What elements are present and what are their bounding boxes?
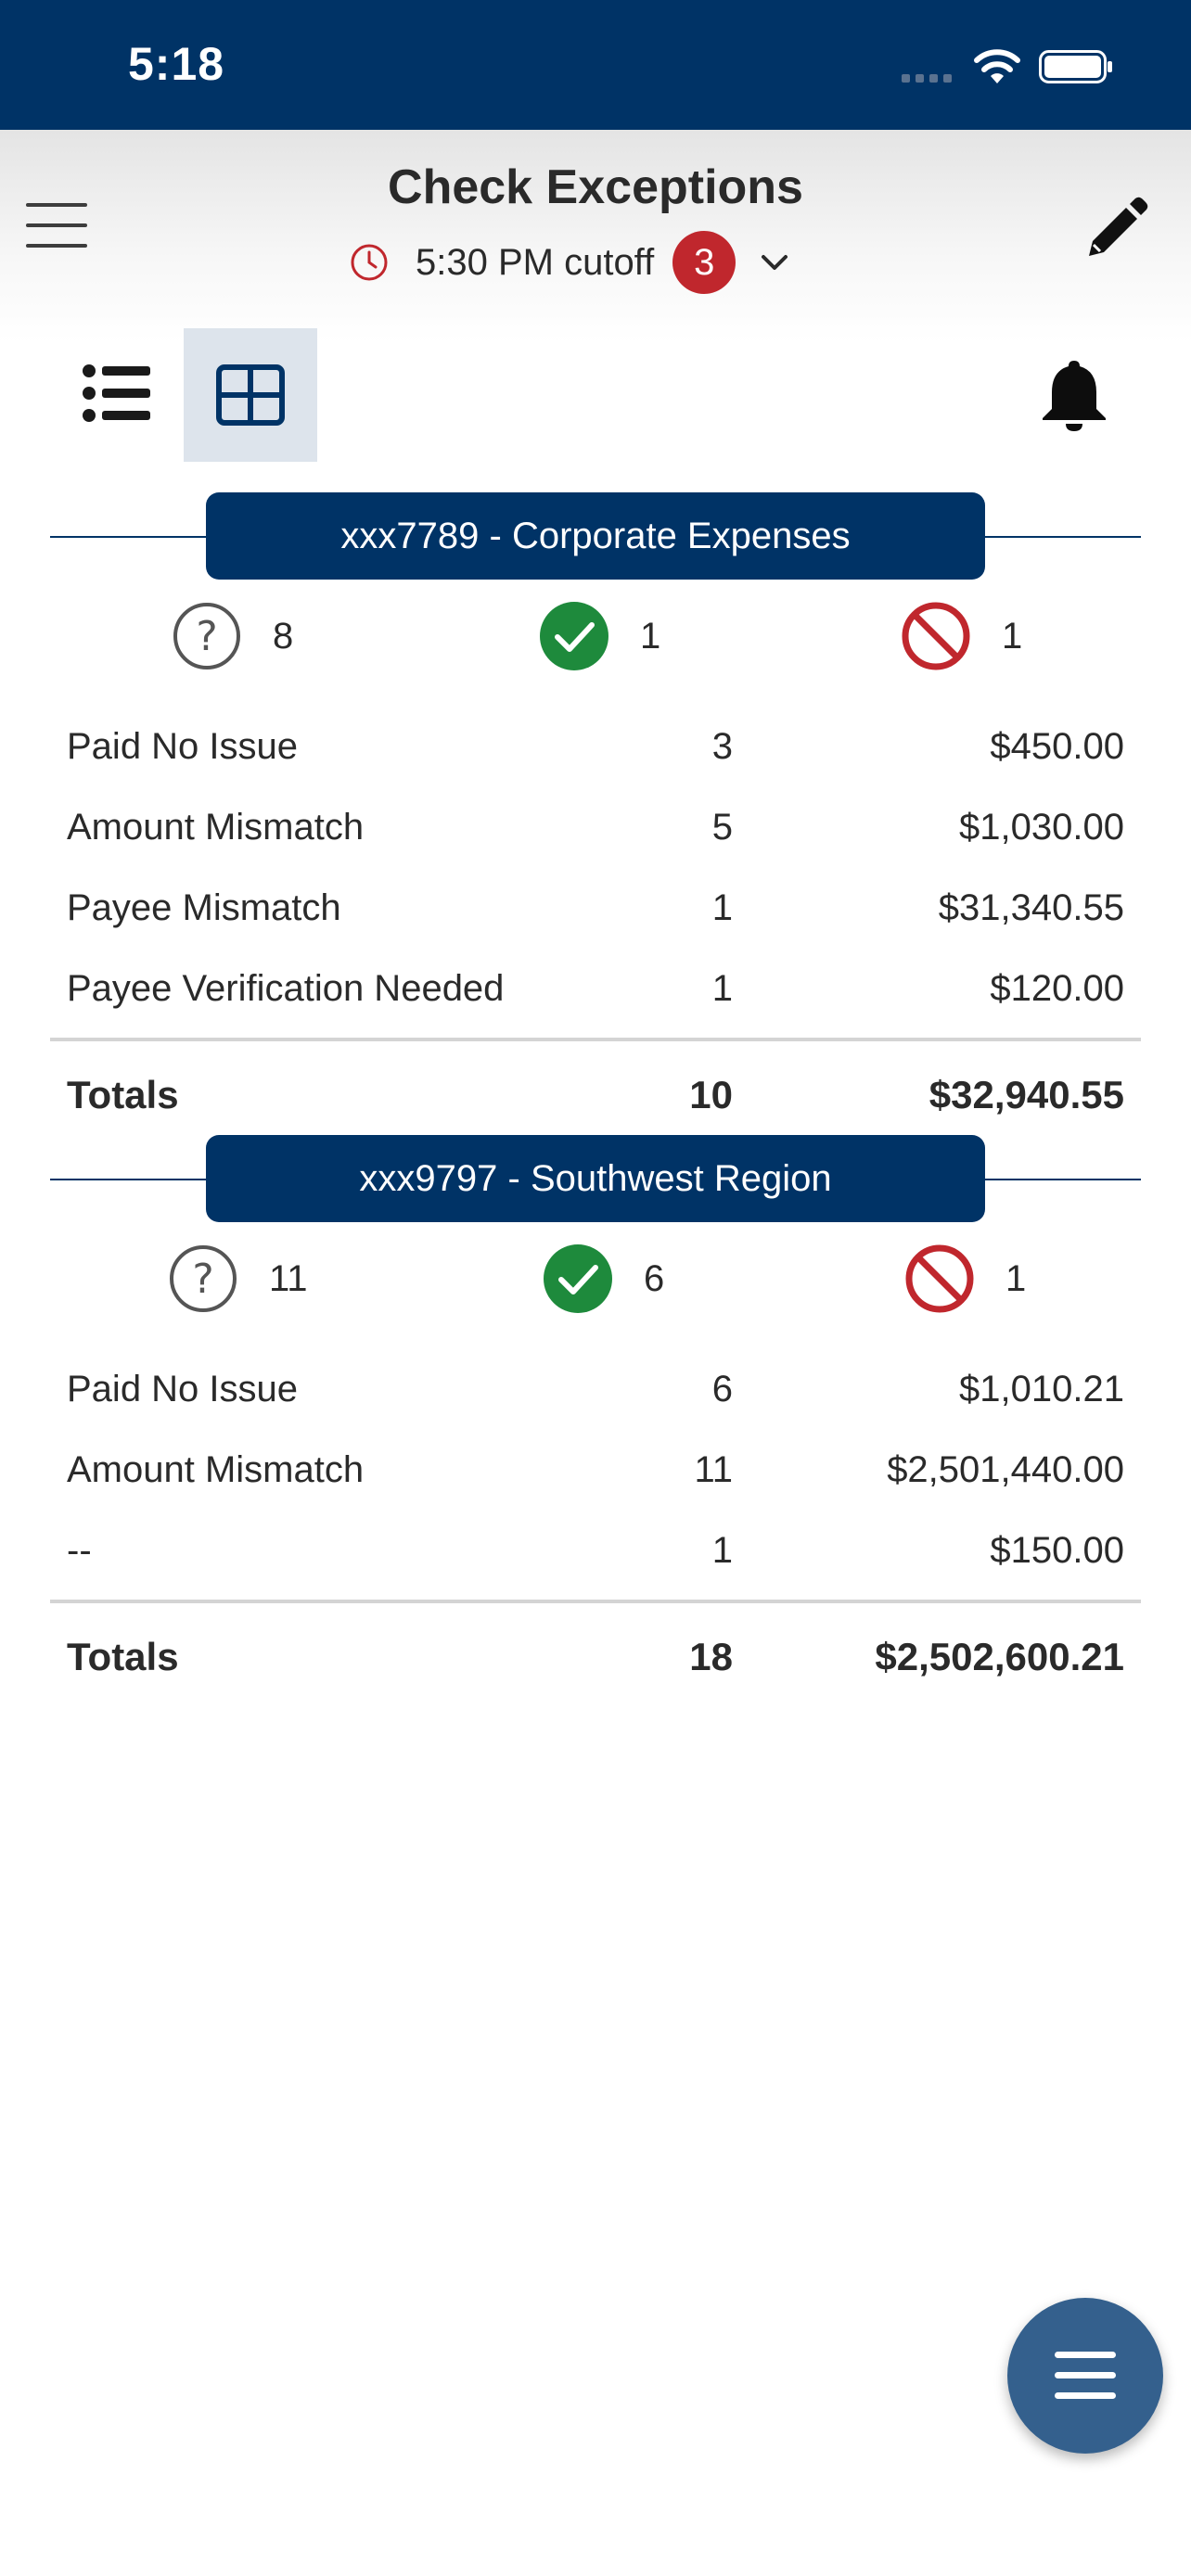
notification-badge: 3 bbox=[672, 231, 736, 294]
exception-table: Paid No Issue 3 $450.00 Amount Mismatch … bbox=[50, 708, 1141, 1134]
table-row[interactable]: Amount Mismatch 5 $1,030.00 bbox=[50, 788, 1141, 869]
clock-icon bbox=[351, 244, 388, 281]
svg-text:?: ? bbox=[196, 613, 217, 660]
row-label: Paid No Issue bbox=[67, 726, 299, 767]
table-row[interactable]: Paid No Issue 3 $450.00 bbox=[50, 708, 1141, 788]
row-amount: $450.00 bbox=[990, 726, 1124, 767]
wifi-icon bbox=[974, 49, 1020, 83]
svg-text:?: ? bbox=[192, 1256, 213, 1303]
approved-count[interactable]: 1 bbox=[538, 594, 660, 678]
app-header: Check Exceptions 5:30 PM cutoff 3 bbox=[0, 130, 1191, 343]
table-row[interactable]: -- 1 $150.00 bbox=[50, 1511, 1141, 1592]
account-header[interactable]: xxx7789 - Corporate Expenses bbox=[206, 492, 985, 580]
row-amount: $1,030.00 bbox=[959, 807, 1124, 848]
row-label: Payee Verification Needed bbox=[67, 968, 505, 1009]
row-label: -- bbox=[67, 1530, 92, 1571]
row-count: 1 bbox=[711, 968, 733, 1009]
totals-label: Totals bbox=[67, 1635, 179, 1678]
prohibited-icon bbox=[905, 1244, 974, 1313]
row-count: 5 bbox=[711, 807, 733, 848]
row-amount: $120.00 bbox=[990, 968, 1124, 1009]
row-count: 1 bbox=[711, 1530, 733, 1571]
page-title: Check Exceptions bbox=[388, 160, 803, 214]
check-circle-icon bbox=[544, 1244, 612, 1313]
totals-row: Totals 18 $2,502,600.21 bbox=[50, 1603, 1141, 1696]
status-time: 5:18 bbox=[128, 38, 225, 90]
row-label: Amount Mismatch bbox=[67, 807, 365, 848]
totals-count: 18 bbox=[689, 1635, 733, 1678]
pending-count[interactable]: ? 11 bbox=[167, 1237, 308, 1320]
pending-count[interactable]: ? 8 bbox=[171, 594, 293, 678]
cutoff-selector[interactable]: 5:30 PM cutoff 3 bbox=[349, 230, 795, 295]
row-count: 11 bbox=[694, 1449, 733, 1490]
pending-count-value: 11 bbox=[269, 1257, 308, 1299]
totals-amount: $32,940.55 bbox=[928, 1073, 1124, 1116]
row-label: Payee Mismatch bbox=[67, 887, 341, 928]
cutoff-label: 5:30 PM cutoff bbox=[416, 241, 655, 283]
approved-count-value: 6 bbox=[644, 1257, 665, 1299]
totals-count: 10 bbox=[689, 1073, 733, 1116]
rejected-count-value: 1 bbox=[1005, 1257, 1027, 1299]
pending-count-value: 8 bbox=[273, 615, 294, 657]
question-circle-icon: ? bbox=[170, 1245, 237, 1312]
status-counts: ? 8 1 1 bbox=[50, 594, 1141, 678]
table-row[interactable]: Paid No Issue 6 $1,010.21 bbox=[50, 1350, 1141, 1431]
approved-count-value: 1 bbox=[640, 615, 661, 657]
approved-count[interactable]: 6 bbox=[542, 1237, 664, 1320]
rejected-count[interactable]: 1 bbox=[900, 594, 1022, 678]
pencil-icon[interactable] bbox=[1082, 195, 1150, 263]
row-amount: $2,501,440.00 bbox=[887, 1449, 1124, 1490]
chevron-down-icon bbox=[762, 255, 788, 270]
exception-table: Paid No Issue 6 $1,010.21 Amount Mismatc… bbox=[50, 1350, 1141, 1696]
row-label: Paid No Issue bbox=[67, 1369, 299, 1409]
table-row[interactable]: Payee Mismatch 1 $31,340.55 bbox=[50, 869, 1141, 950]
rejected-count[interactable]: 1 bbox=[903, 1237, 1026, 1320]
list-view-button[interactable] bbox=[74, 351, 160, 436]
cellular-signal-icon bbox=[902, 74, 952, 83]
list-view-icon bbox=[83, 364, 150, 422]
row-count: 3 bbox=[711, 726, 733, 767]
battery-icon bbox=[1039, 50, 1112, 83]
rejected-count-value: 1 bbox=[1002, 615, 1023, 657]
totals-row: Totals 10 $32,940.55 bbox=[50, 1041, 1141, 1134]
bell-icon[interactable] bbox=[1039, 357, 1109, 433]
grid-view-icon bbox=[216, 364, 285, 426]
menu-icon bbox=[1055, 2352, 1116, 2399]
check-circle-icon bbox=[540, 602, 608, 670]
grid-view-button[interactable] bbox=[184, 328, 317, 462]
table-row[interactable]: Payee Verification Needed 1 $120.00 bbox=[50, 950, 1141, 1030]
prohibited-icon bbox=[902, 602, 970, 670]
floating-menu-button[interactable] bbox=[1007, 2298, 1163, 2454]
row-amount: $1,010.21 bbox=[959, 1369, 1124, 1409]
totals-label: Totals bbox=[67, 1073, 179, 1116]
row-amount: $31,340.55 bbox=[938, 887, 1124, 928]
status-bar: 5:18 bbox=[0, 0, 1191, 130]
account-header[interactable]: xxx9797 - Southwest Region bbox=[206, 1135, 985, 1222]
row-label: Amount Mismatch bbox=[67, 1449, 365, 1490]
row-count: 6 bbox=[711, 1369, 733, 1409]
row-count: 1 bbox=[711, 887, 733, 928]
row-amount: $150.00 bbox=[990, 1530, 1124, 1571]
status-counts: ? 11 6 1 bbox=[50, 1237, 1141, 1320]
totals-amount: $2,502,600.21 bbox=[875, 1635, 1124, 1678]
table-row[interactable]: Amount Mismatch 11 $2,501,440.00 bbox=[50, 1431, 1141, 1511]
question-circle-icon: ? bbox=[173, 603, 240, 670]
